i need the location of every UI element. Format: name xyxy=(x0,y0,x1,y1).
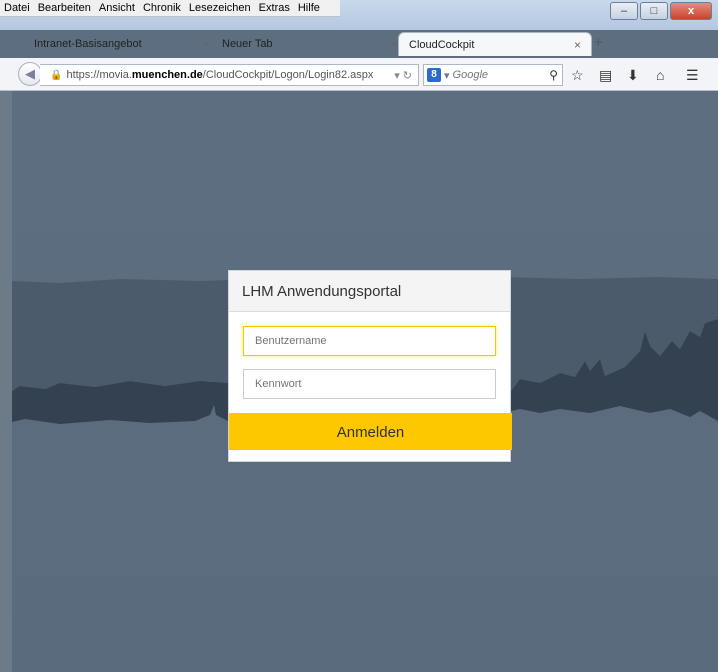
menu-lesezeichen[interactable]: Lesezeichen xyxy=(185,2,255,14)
url-bar[interactable]: 🔒 https://movia. muenchen.de/CloudCockpit… xyxy=(40,64,419,86)
reload-icon[interactable]: ▾ ↻ xyxy=(394,69,412,82)
tab-close-icon[interactable]: × xyxy=(203,37,210,51)
menu-chronik[interactable]: Chronik xyxy=(139,2,185,14)
login-button[interactable]: Anmelden xyxy=(229,413,512,450)
lock-icon: 🔒 xyxy=(50,69,63,81)
menu-ansicht[interactable]: Ansicht xyxy=(95,2,139,14)
navigation-bar: ◀ 🔒 https://movia. muenchen.de/CloudCockp… xyxy=(0,58,718,91)
login-title: LHM Anwendungsportal xyxy=(229,271,510,312)
tab-close-icon[interactable]: × xyxy=(391,37,398,51)
maximize-button[interactable]: □ xyxy=(640,2,668,20)
menu-hamburger-icon[interactable]: ☰ xyxy=(686,68,699,82)
left-edge xyxy=(0,91,12,672)
google-icon[interactable]: 8 xyxy=(427,68,441,82)
url-domain: muenchen.de xyxy=(131,69,203,81)
back-arrow-icon[interactable]: ◀ xyxy=(18,62,42,86)
url-prefix: https://movia. xyxy=(66,69,132,81)
new-tab-icon[interactable]: + xyxy=(594,34,603,51)
bookmarks-list-icon[interactable]: ▤ xyxy=(599,68,612,82)
tab-cloudcockpit[interactable]: CloudCockpit × xyxy=(398,32,592,56)
search-icon[interactable]: ⚲ xyxy=(549,68,558,82)
minimize-button[interactable]: – xyxy=(610,2,638,20)
search-field[interactable]: 8 ▾ Google ⚲ xyxy=(423,64,563,86)
home-icon[interactable]: ⌂ xyxy=(656,68,664,82)
tab-neuer-tab[interactable]: Neuer Tab × xyxy=(212,32,408,56)
username-field[interactable] xyxy=(243,326,496,356)
tab-intranet[interactable]: Intranet-Basisangebot × xyxy=(24,32,220,56)
bookmark-star-icon[interactable]: ☆ xyxy=(571,68,584,82)
tab-strip: Intranet-Basisangebot × Neuer Tab × Clou… xyxy=(0,30,718,58)
tab-label: CloudCockpit xyxy=(409,38,475,51)
tab-close-icon[interactable]: × xyxy=(574,38,581,52)
menu-datei[interactable]: Datei xyxy=(0,2,34,14)
window-controls: – □ x xyxy=(610,2,712,20)
login-panel: LHM Anwendungsportal Anmelden xyxy=(228,270,512,462)
menu-bar: Datei Bearbeiten Ansicht Chronik Lesezei… xyxy=(0,0,340,17)
tab-label: Neuer Tab xyxy=(222,38,273,50)
menu-extras[interactable]: Extras xyxy=(255,2,294,14)
search-placeholder: Google xyxy=(452,69,489,81)
url-path: /CloudCockpit/Logon/Login82.aspx xyxy=(202,69,374,81)
search-engine-dropdown-icon[interactable]: ▾ xyxy=(444,69,450,82)
downloads-icon[interactable]: ⬇ xyxy=(627,68,639,82)
close-window-button[interactable]: x xyxy=(670,2,712,20)
password-field[interactable] xyxy=(243,369,496,399)
menu-hilfe[interactable]: Hilfe xyxy=(294,2,324,14)
tab-label: Intranet-Basisangebot xyxy=(34,38,142,50)
menu-bearbeiten[interactable]: Bearbeiten xyxy=(34,2,95,14)
